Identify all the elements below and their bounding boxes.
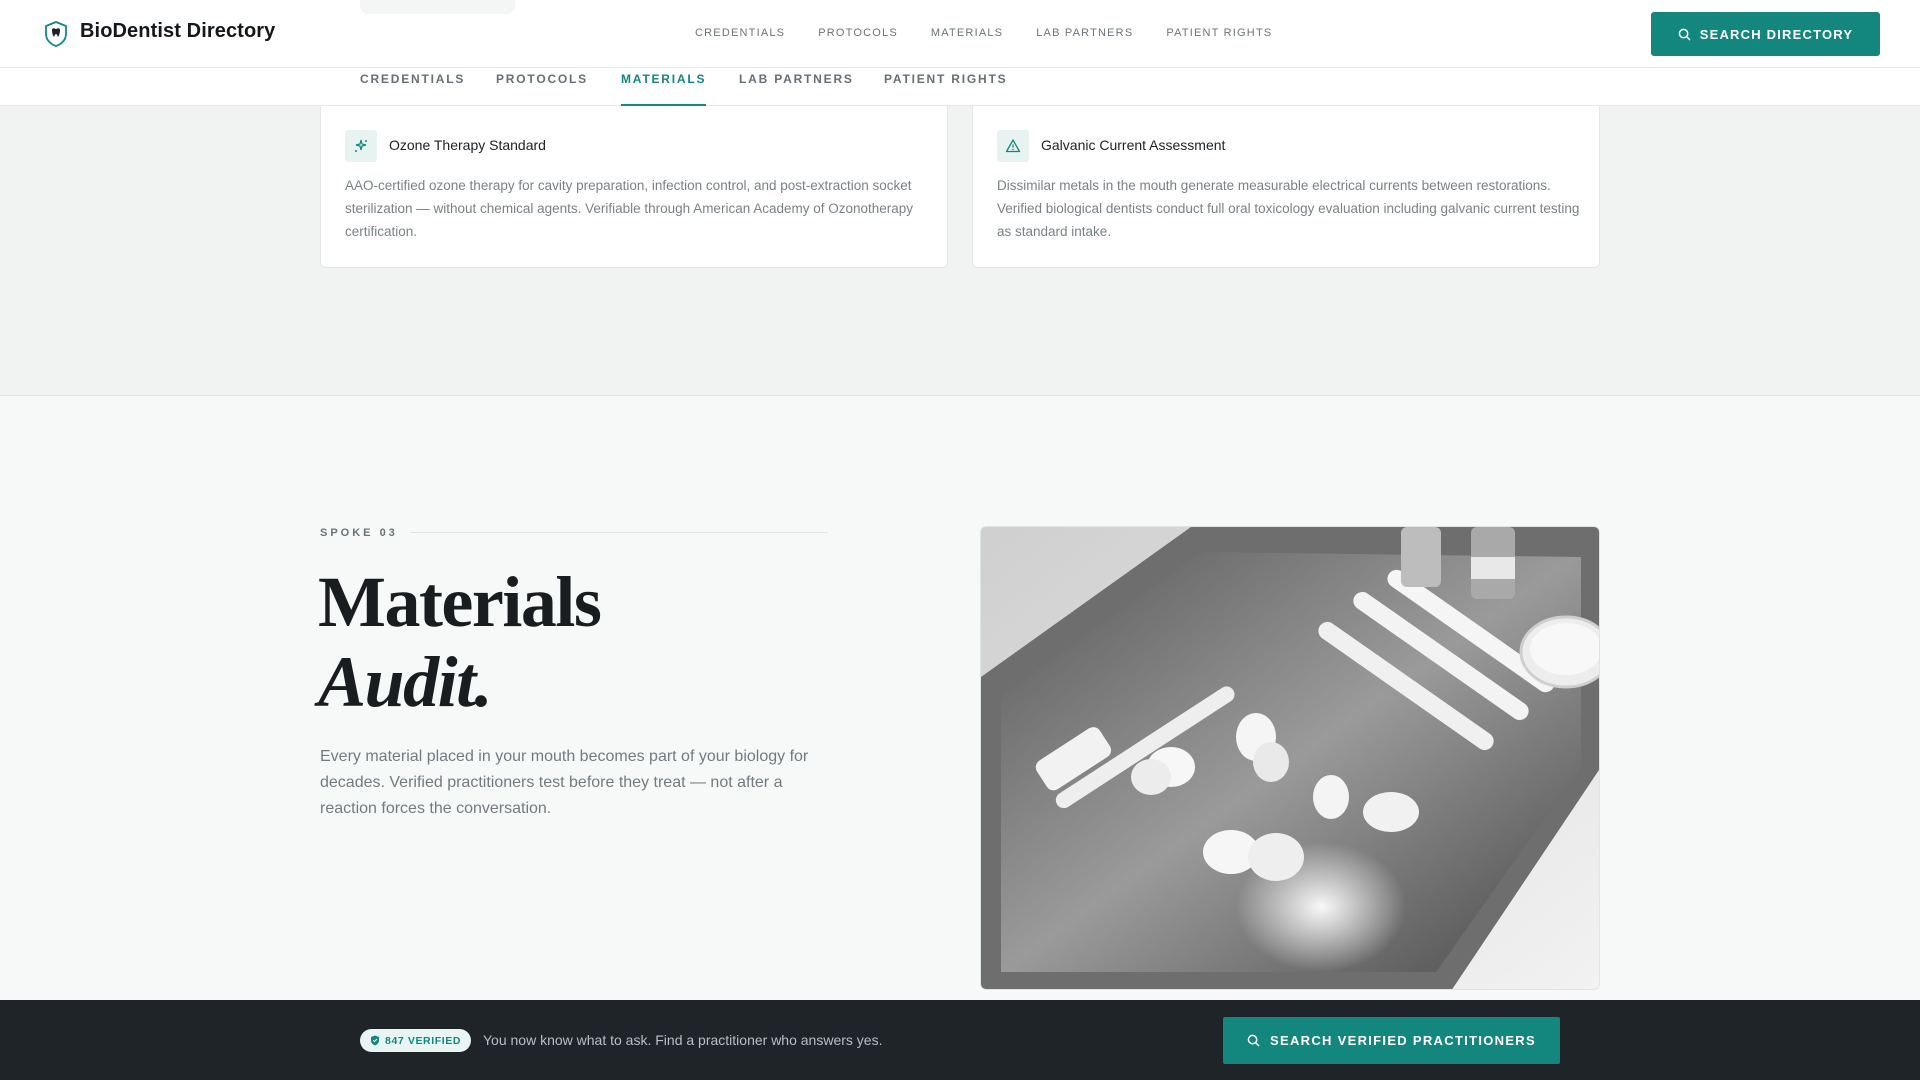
- top-nav-materials[interactable]: MATERIALS: [931, 27, 1003, 39]
- scroll-ghost-pill: [360, 0, 515, 14]
- dental-materials-tray-image: [980, 526, 1600, 990]
- card-title: Galvanic Current Assessment: [1041, 137, 1226, 153]
- search-icon: [1678, 28, 1691, 41]
- materials-audit-section: [0, 396, 1920, 1000]
- top-nav-lab-partners[interactable]: LAB PARTNERS: [1036, 27, 1133, 39]
- card-description: Dissimilar metals in the mouth generate …: [997, 178, 1580, 239]
- section-subnav: CREDENTIALS PROTOCOLS MATERIALS LAB PART…: [0, 68, 1920, 106]
- subnav-credentials[interactable]: CREDENTIALS: [360, 72, 465, 106]
- section-body-copy: Every material placed in your mouth beco…: [320, 748, 809, 817]
- subnav-patient-rights[interactable]: PATIENT RIGHTS: [884, 72, 1007, 106]
- top-header: BioDentist Directory CREDENTIALS PROTOCO…: [0, 0, 1920, 68]
- bottom-cta-bar: [0, 1000, 1920, 1080]
- top-nav-patient-rights[interactable]: PATIENT RIGHTS: [1166, 27, 1272, 39]
- tooth-shield-icon[interactable]: [44, 21, 68, 47]
- shield-check-icon: [371, 1035, 379, 1046]
- section-eyebrow: SPOKE 03: [320, 527, 398, 539]
- bottom-cta-message: You now know what to ask. Find a practit…: [483, 1032, 883, 1048]
- section-heading-line2: Audit.: [318, 642, 493, 722]
- search-directory-button[interactable]: SEARCH DIRECTORY: [1651, 12, 1880, 56]
- top-nav: CREDENTIALS PROTOCOLS MATERIALS LAB PART…: [695, 27, 1272, 39]
- warning-triangle-icon: [997, 130, 1029, 162]
- card-description: AAO-certified ozone therapy for cavity p…: [345, 178, 914, 239]
- galvanic-assessment-card[interactable]: Galvanic Current Assessment Dissimilar m…: [972, 106, 1600, 268]
- top-nav-credentials[interactable]: CREDENTIALS: [695, 27, 785, 39]
- verified-count-label: 847 VERIFIED: [385, 1034, 462, 1047]
- top-nav-protocols[interactable]: PROTOCOLS: [818, 27, 898, 39]
- subnav-materials[interactable]: MATERIALS: [621, 72, 707, 106]
- search-directory-label: SEARCH DIRECTORY: [1699, 26, 1854, 42]
- search-verified-practitioners-label: SEARCH VERIFIED PRACTITIONERS: [1270, 1033, 1536, 1048]
- verified-count-badge: 847 VERIFIED: [360, 1029, 472, 1052]
- subnav-lab-partners[interactable]: LAB PARTNERS: [739, 72, 854, 106]
- section-heading-line1: Materials: [318, 562, 602, 642]
- subnav-protocols[interactable]: PROTOCOLS: [496, 72, 588, 106]
- ozone-therapy-card[interactable]: Ozone Therapy Standard AAO-certified ozo…: [320, 106, 948, 268]
- eyebrow-divider: [410, 532, 828, 533]
- card-title: Ozone Therapy Standard: [389, 137, 546, 153]
- search-icon: [1247, 1034, 1260, 1047]
- sparkle-icon: [345, 130, 377, 162]
- search-verified-practitioners-button[interactable]: SEARCH VERIFIED PRACTITIONERS: [1223, 1017, 1560, 1064]
- brand-name[interactable]: BioDentist Directory: [80, 20, 275, 43]
- protocol-cards-section: [0, 106, 1920, 396]
